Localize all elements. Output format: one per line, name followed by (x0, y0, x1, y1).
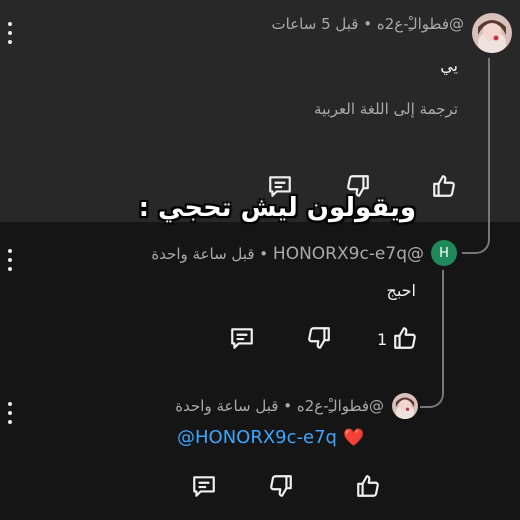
comment-1-author[interactable]: @فطوالـِْ-ع2ه (377, 15, 464, 33)
comment-2-dislike-icon[interactable] (306, 325, 332, 351)
comment-2-author[interactable]: @HONORX9c-e7q (273, 244, 424, 264)
comment-3-time: قبل ساعة واحدة (175, 397, 279, 415)
comment-1-menu-icon[interactable] (7, 22, 13, 44)
comment-3-dislike-icon[interactable] (268, 473, 294, 499)
comment-3-author[interactable]: @فطوالـِْ-ع2ه (297, 397, 384, 415)
comment-3-like-icon[interactable] (355, 473, 381, 499)
overlay-caption: ويقولون ليش تحجي : (138, 193, 416, 223)
comment-2-avatar[interactable]: H (431, 240, 457, 266)
comment-1-time: قبل 5 ساعات (271, 15, 359, 33)
comment-2-separator: • (259, 245, 269, 263)
comment-1-translate-link[interactable]: ترجمة إلى اللغة العربية (314, 100, 458, 118)
comment-3-separator: • (283, 397, 293, 415)
comment-3-avatar[interactable] (392, 393, 418, 419)
comment-2-like-icon[interactable] (392, 325, 418, 351)
comment-2-avatar-letter: H (439, 245, 449, 261)
comment-2-menu-icon[interactable] (7, 249, 13, 271)
thread-line-1 (462, 58, 490, 254)
comment-2-time: قبل ساعة واحدة (151, 245, 255, 263)
comment-1-separator: • (363, 15, 373, 33)
comment-2-like-count: 1 (377, 330, 388, 349)
heart-icon: ❤️ (342, 427, 365, 448)
comment-2-reply-icon[interactable] (229, 325, 255, 351)
thread-line-2 (420, 270, 444, 408)
comment-1-avatar[interactable] (472, 13, 512, 53)
comment-3-header: @فطوالـِْ-ع2ه • قبل ساعة واحدة (175, 397, 384, 415)
comment-1-header: @فطوالـِْ-ع2ه • قبل 5 ساعات (272, 15, 465, 33)
comment-3-mention-link[interactable]: @HONORX9c-e7q (177, 427, 337, 448)
comment-3-reply-icon[interactable] (191, 473, 217, 499)
comment-3-body: @HONORX9c-e7q ❤️ (177, 427, 364, 448)
comment-3-menu-icon[interactable] (7, 402, 13, 424)
comment-2-header: @HONORX9c-e7q • قبل ساعة واحدة (151, 244, 424, 264)
comment-1-like-icon[interactable] (431, 173, 457, 199)
comment-1-text: يي (440, 56, 458, 75)
comment-2-text: احبج (386, 281, 417, 300)
